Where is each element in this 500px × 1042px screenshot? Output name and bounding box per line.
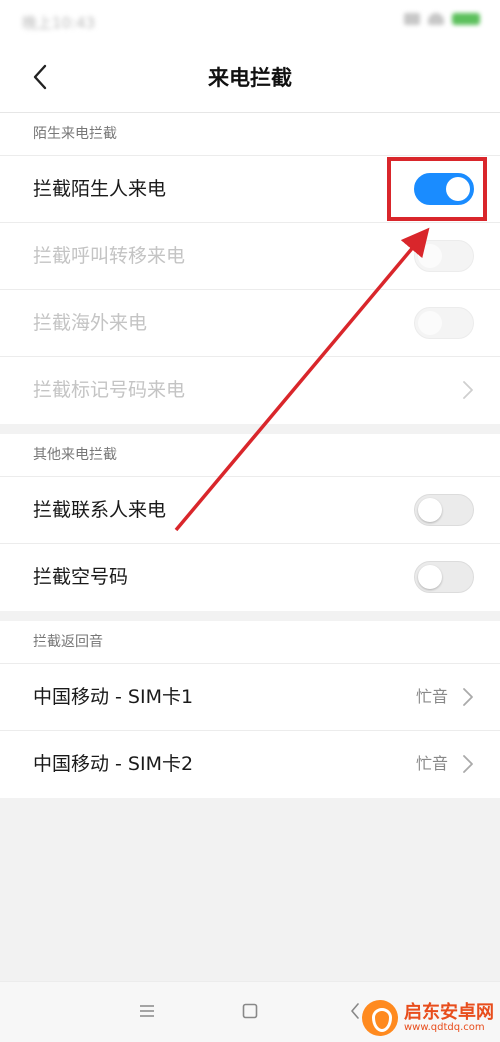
home-button[interactable]	[235, 996, 265, 1026]
watermark-logo-icon	[362, 1000, 398, 1036]
system-navigation-bar: 启东安卓网 www.qdtdq.com	[0, 981, 500, 1042]
row-block-marked-numbers[interactable]: 拦截标记号码来电	[0, 357, 500, 424]
row-sim2-return-tone[interactable]: 中国移动 - SIM卡2 忙音	[0, 731, 500, 798]
chevron-right-icon	[463, 381, 473, 399]
section-return-tone: 拦截返回音 中国移动 - SIM卡1 忙音 中国移动 - SIM卡2 忙音	[0, 621, 500, 798]
block-empty-numbers-toggle[interactable]	[414, 561, 474, 593]
block-forwarded-toggle[interactable]	[414, 240, 474, 272]
back-triangle-icon	[351, 1003, 359, 1019]
watermark-url: www.qdtdq.com	[404, 1022, 485, 1034]
row-label: 中国移动 - SIM卡2	[33, 753, 194, 775]
menu-icon	[140, 1005, 154, 1017]
watermark-text: 启东安卓网 www.qdtdq.com	[404, 1001, 494, 1034]
status-time: 晚上10:43	[22, 14, 96, 32]
toggle-knob	[418, 565, 442, 589]
watermark-title: 启东安卓网	[404, 1001, 494, 1023]
block-contacts-toggle[interactable]	[414, 494, 474, 526]
status-icons	[404, 13, 480, 25]
watermark: 启东安卓网 www.qdtdq.com	[362, 1000, 494, 1036]
row-block-strangers[interactable]: 拦截陌生人来电	[0, 156, 500, 223]
row-label: 拦截标记号码来电	[33, 379, 186, 401]
section-header: 拦截返回音	[0, 621, 500, 664]
wifi-icon	[428, 13, 444, 25]
toggle-knob	[418, 498, 442, 522]
row-block-contacts[interactable]: 拦截联系人来电	[0, 477, 500, 544]
row-label: 中国移动 - SIM卡1	[33, 686, 194, 708]
row-value: 忙音	[415, 754, 448, 773]
row-block-forwarded-calls[interactable]: 拦截呼叫转移来电	[0, 223, 500, 290]
row-label: 拦截联系人来电	[33, 499, 167, 521]
row-sim1-return-tone[interactable]: 中国移动 - SIM卡1 忙音	[0, 664, 500, 731]
battery-icon	[452, 13, 480, 25]
row-label: 拦截陌生人来电	[33, 178, 167, 200]
menu-button[interactable]	[132, 996, 162, 1026]
row-block-overseas-calls[interactable]: 拦截海外来电	[0, 290, 500, 357]
toggle-knob	[418, 244, 442, 268]
status-bar: 晚上10:43	[0, 0, 500, 42]
section-stranger-call-blocking: 陌生来电拦截 拦截陌生人来电 拦截呼叫转移来电 拦截海外来电 拦截标记号码来电	[0, 113, 500, 424]
home-square-icon	[242, 1003, 258, 1019]
row-label: 拦截海外来电	[33, 312, 148, 334]
nav-header: 来电拦截	[0, 42, 500, 113]
section-other-call-blocking: 其他来电拦截 拦截联系人来电 拦截空号码	[0, 434, 500, 611]
toggle-knob	[418, 311, 442, 335]
row-label: 拦截空号码	[33, 566, 129, 588]
toggle-knob	[446, 177, 470, 201]
signal-icon	[404, 13, 420, 25]
block-strangers-toggle[interactable]	[414, 173, 474, 205]
section-header: 陌生来电拦截	[0, 113, 500, 156]
chevron-right-icon	[463, 755, 473, 773]
row-value: 忙音	[415, 687, 448, 706]
page-title: 来电拦截	[208, 66, 292, 90]
chevron-right-icon	[463, 688, 473, 706]
row-block-empty-numbers[interactable]: 拦截空号码	[0, 544, 500, 611]
row-label: 拦截呼叫转移来电	[33, 245, 186, 267]
section-header: 其他来电拦截	[0, 434, 500, 477]
block-overseas-toggle[interactable]	[414, 307, 474, 339]
